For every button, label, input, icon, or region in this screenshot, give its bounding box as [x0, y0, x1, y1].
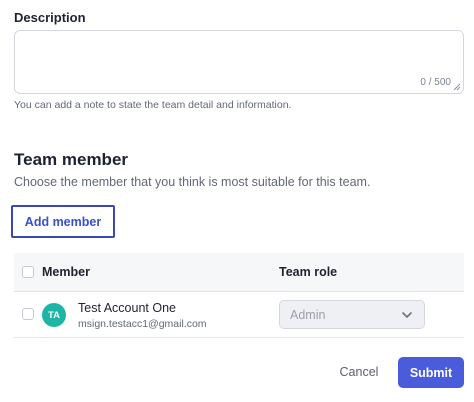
table-row: TA Test Account One msign.testacc1@gmail… [14, 292, 464, 338]
select-all-checkbox[interactable] [22, 266, 34, 278]
chevron-down-icon [402, 312, 412, 318]
member-email: msign.testacc1@gmail.com [78, 318, 207, 330]
resize-handle-icon[interactable] [453, 83, 461, 91]
members-table-header: Member Team role [14, 253, 464, 292]
member-name: Test Account One [78, 301, 176, 315]
team-role-value: Admin [290, 308, 326, 322]
character-counter: 0 / 500 [420, 77, 451, 88]
submit-button[interactable]: Submit [398, 357, 464, 388]
add-member-button[interactable]: Add member [11, 205, 115, 238]
team-member-description: Choose the member that you think is most… [14, 175, 371, 189]
column-header-member: Member [42, 265, 90, 279]
description-label: Description [14, 10, 86, 25]
team-form: Description 0 / 500 You can add a note t… [0, 0, 474, 402]
team-member-title: Team member [14, 150, 129, 169]
avatar: TA [42, 303, 66, 327]
description-textarea[interactable]: 0 / 500 [14, 30, 464, 94]
row-checkbox[interactable] [22, 308, 34, 320]
description-help-text: You can add a note to state the team det… [14, 99, 292, 111]
cancel-button[interactable]: Cancel [328, 357, 390, 387]
column-header-team-role: Team role [279, 265, 338, 279]
team-role-select[interactable]: Admin [279, 300, 425, 329]
